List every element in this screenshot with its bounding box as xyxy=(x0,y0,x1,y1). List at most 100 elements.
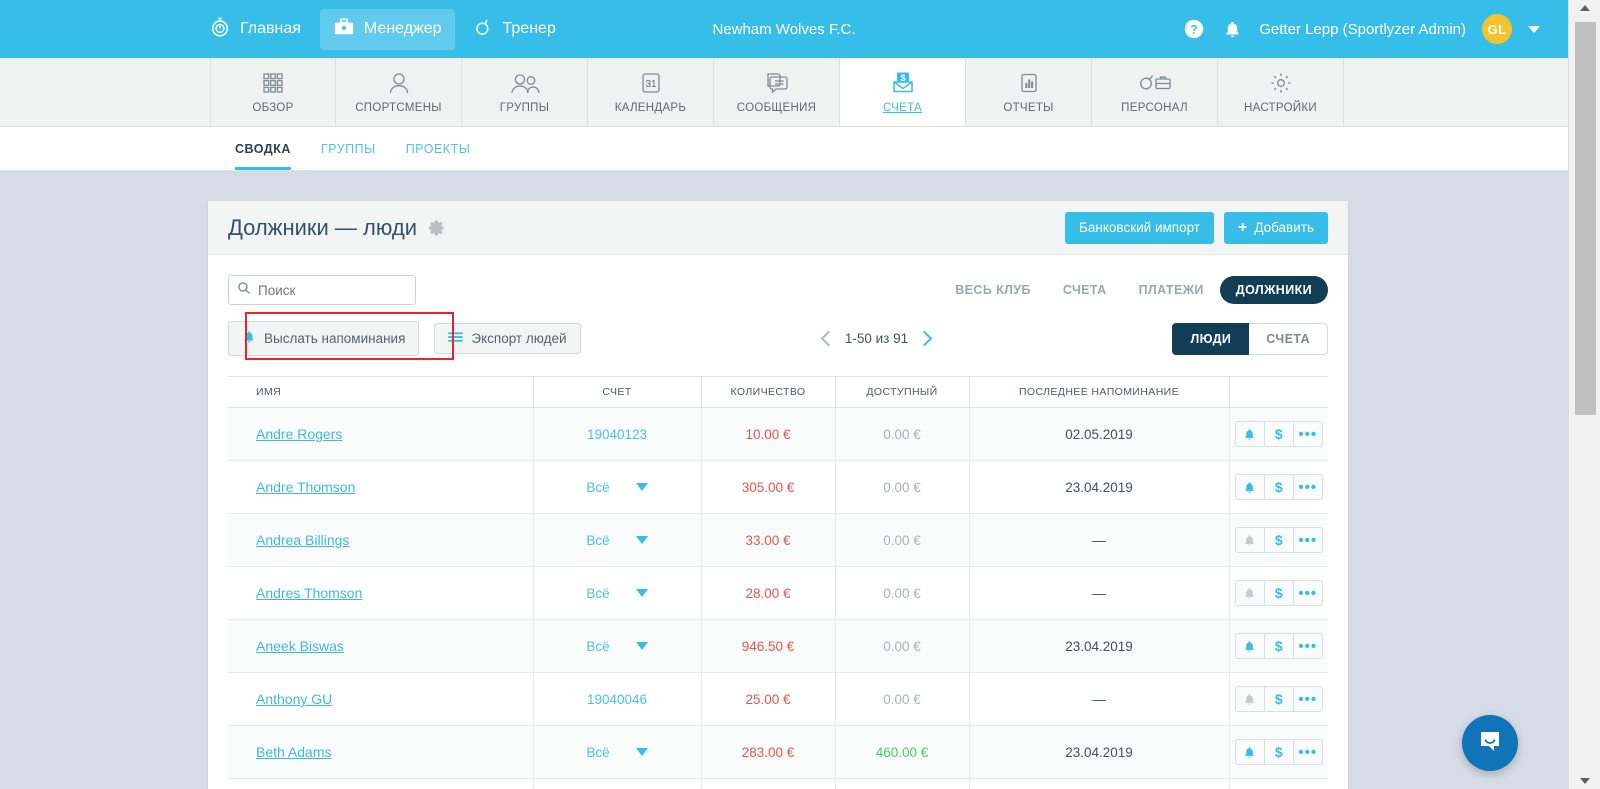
filter-tab-invoices[interactable]: СЧЕТА xyxy=(1047,276,1123,304)
export-people-button[interactable]: Экспорт людей xyxy=(434,323,581,354)
table-row: Anthony GU 19040046 25.00 € 0.00 € — $ ••• xyxy=(228,672,1328,726)
ellipsis-icon[interactable]: ••• xyxy=(1292,686,1323,712)
bell-icon[interactable] xyxy=(1234,580,1265,606)
pagination-label: 1-50 из 91 xyxy=(844,331,909,346)
filter-tab-debtors[interactable]: ДОЛЖНИКИ xyxy=(1219,276,1328,304)
cell-name: Andres Thomson xyxy=(228,566,533,620)
main-nav-item-staff[interactable]: ПЕРСОНАЛ xyxy=(1092,58,1218,126)
chevron-down-icon[interactable] xyxy=(635,589,648,597)
tab-projects[interactable]: ПРОЕКТЫ xyxy=(391,127,486,170)
vertical-scrollbar[interactable] xyxy=(1568,0,1600,789)
main-nav-item-athletes[interactable]: СПОРТСМЕНЫ xyxy=(336,58,462,126)
gear-icon[interactable] xyxy=(428,219,446,237)
main-nav-item-settings[interactable]: НАСТРОЙКИ xyxy=(1218,58,1344,126)
main-nav-item-messages[interactable]: СООБЩЕНИЯ xyxy=(714,58,840,126)
bell-icon[interactable] xyxy=(1234,739,1265,765)
table-row: Beth Adams Всё 283.00 € 460.00 € 23.04.2019 $… xyxy=(228,725,1328,779)
triangle-up-icon[interactable] xyxy=(1569,0,1600,16)
top-nav-item-home[interactable]: Главная xyxy=(196,8,314,51)
view-toggle-people[interactable]: ЛЮДИ xyxy=(1172,322,1250,355)
bell-icon[interactable] xyxy=(1234,527,1265,553)
view-toggle-invoices[interactable]: СЧЕТА xyxy=(1249,322,1328,355)
add-button[interactable]: + Добавить xyxy=(1223,211,1328,244)
person-link[interactable]: Beth Adams xyxy=(256,744,332,760)
main-nav-label-invoices: СЧЕТА xyxy=(882,102,923,114)
dollar-icon[interactable]: $ xyxy=(1263,580,1294,606)
bank-import-button[interactable]: Банковский импорт xyxy=(1065,211,1214,244)
chevron-down-icon[interactable] xyxy=(1528,25,1540,33)
top-nav-item-coach[interactable]: Тренер xyxy=(461,9,569,50)
send-reminders-button[interactable]: Выслать напоминания xyxy=(228,321,420,356)
cell-account: Всё xyxy=(532,725,701,779)
triangle-down-icon[interactable] xyxy=(1569,773,1600,789)
toolbar-row-search: ВЕСЬ КЛУБ СЧЕТА ПЛАТЕЖИ ДОЛЖНИКИ xyxy=(228,275,1328,305)
chevron-down-icon[interactable] xyxy=(635,748,648,756)
cell-available: 460.00 € xyxy=(834,725,969,779)
cell-account: Всё xyxy=(532,778,701,789)
filter-tab-whole-club[interactable]: ВЕСЬ КЛУБ xyxy=(939,276,1047,304)
cell-last-reminder: 23.04.2019 xyxy=(968,778,1229,789)
bell-icon[interactable] xyxy=(1234,686,1265,712)
chevron-down-icon[interactable] xyxy=(635,536,648,544)
chevron-left-icon[interactable] xyxy=(820,330,837,347)
search-input[interactable] xyxy=(258,282,407,298)
dollar-icon[interactable]: $ xyxy=(1263,527,1294,553)
tab-groups[interactable]: ГРУППЫ xyxy=(306,127,391,170)
col-header-account[interactable]: СЧЕТ xyxy=(532,376,701,408)
chevron-down-icon[interactable] xyxy=(635,483,648,491)
bell-icon[interactable] xyxy=(1234,474,1265,500)
main-nav-label-staff: ПЕРСОНАЛ xyxy=(1121,102,1188,114)
main-nav-item-calendar[interactable]: 31 КАЛЕНДАРЬ xyxy=(588,58,714,126)
tab-summary[interactable]: СВОДКА xyxy=(220,127,306,170)
dollar-icon[interactable]: $ xyxy=(1263,633,1294,659)
top-nav-item-manager[interactable]: Менеджер xyxy=(319,8,455,50)
ellipsis-icon[interactable]: ••• xyxy=(1292,421,1323,447)
chevron-down-icon[interactable] xyxy=(635,642,648,650)
table-row: Andre Rogers 19040123 10.00 € 0.00 € 02.05.2… xyxy=(228,407,1328,461)
main-nav-item-reports[interactable]: ОТЧЕТЫ xyxy=(966,58,1092,126)
question-circle-icon[interactable]: ? xyxy=(1183,18,1205,40)
col-header-last-reminder[interactable]: ПОСЛЕДНЕЕ НАПОМИНАНИЕ xyxy=(968,376,1229,408)
bell-icon[interactable] xyxy=(1221,18,1243,40)
chevron-right-icon[interactable] xyxy=(916,330,933,347)
avatar[interactable]: GL xyxy=(1482,14,1512,44)
filter-tab-payments[interactable]: ПЛАТЕЖИ xyxy=(1123,276,1220,304)
ellipsis-icon[interactable]: ••• xyxy=(1292,739,1323,765)
main-nav-item-overview[interactable]: ОБЗОР xyxy=(210,58,336,126)
main-nav-item-invoices[interactable]: $ СЧЕТА xyxy=(840,58,966,126)
top-nav: Главная Менеджер Тренер xyxy=(196,8,569,51)
col-header-available[interactable]: ДОСТУПНЫЙ xyxy=(834,376,969,408)
person-link[interactable]: Andre Rogers xyxy=(256,426,342,442)
ellipsis-icon[interactable]: ••• xyxy=(1292,580,1323,606)
invoice-number-link[interactable]: 19040123 xyxy=(587,427,647,442)
ellipsis-icon[interactable]: ••• xyxy=(1292,527,1323,553)
ellipsis-icon[interactable]: ••• xyxy=(1292,633,1323,659)
user-name[interactable]: Getter Lepp (Sportlyzer Admin) xyxy=(1259,21,1466,38)
cell-amount: 305.00 € xyxy=(700,460,835,514)
dollar-icon[interactable]: $ xyxy=(1263,739,1294,765)
person-link[interactable]: Andre Thomson xyxy=(256,479,355,495)
chat-widget-button[interactable] xyxy=(1462,715,1518,771)
row-actions: $ ••• xyxy=(1230,527,1329,553)
person-link[interactable]: Andrea Billings xyxy=(256,532,349,548)
scrollbar-thumb[interactable] xyxy=(1575,22,1596,415)
cell-amount: 33.00 € xyxy=(700,513,835,567)
dollar-icon[interactable]: $ xyxy=(1263,474,1294,500)
bell-icon[interactable] xyxy=(1234,633,1265,659)
col-header-amount[interactable]: КОЛИЧЕСТВО xyxy=(700,376,835,408)
invoice-number-link[interactable]: 19040046 xyxy=(587,692,647,707)
dollar-icon[interactable]: $ xyxy=(1263,421,1294,447)
card-header-actions: Банковский импорт + Добавить xyxy=(1065,211,1328,244)
dollar-icon[interactable]: $ xyxy=(1263,686,1294,712)
person-link[interactable]: Andres Thomson xyxy=(256,585,362,601)
search-box[interactable] xyxy=(228,275,416,305)
main-nav-item-groups[interactable]: ГРУППЫ xyxy=(462,58,588,126)
bell-icon[interactable] xyxy=(1234,421,1265,447)
filter-tab-payments-label: ПЛАТЕЖИ xyxy=(1138,283,1204,297)
person-link[interactable]: Anthony GU xyxy=(256,691,332,707)
person-link[interactable]: Aneek Biswas xyxy=(256,638,344,654)
cell-available: 0.00 € xyxy=(834,566,969,620)
view-toggle-invoices-label: СЧЕТА xyxy=(1266,331,1310,346)
ellipsis-icon[interactable]: ••• xyxy=(1292,474,1323,500)
col-header-name[interactable]: ИМЯ xyxy=(228,376,533,408)
